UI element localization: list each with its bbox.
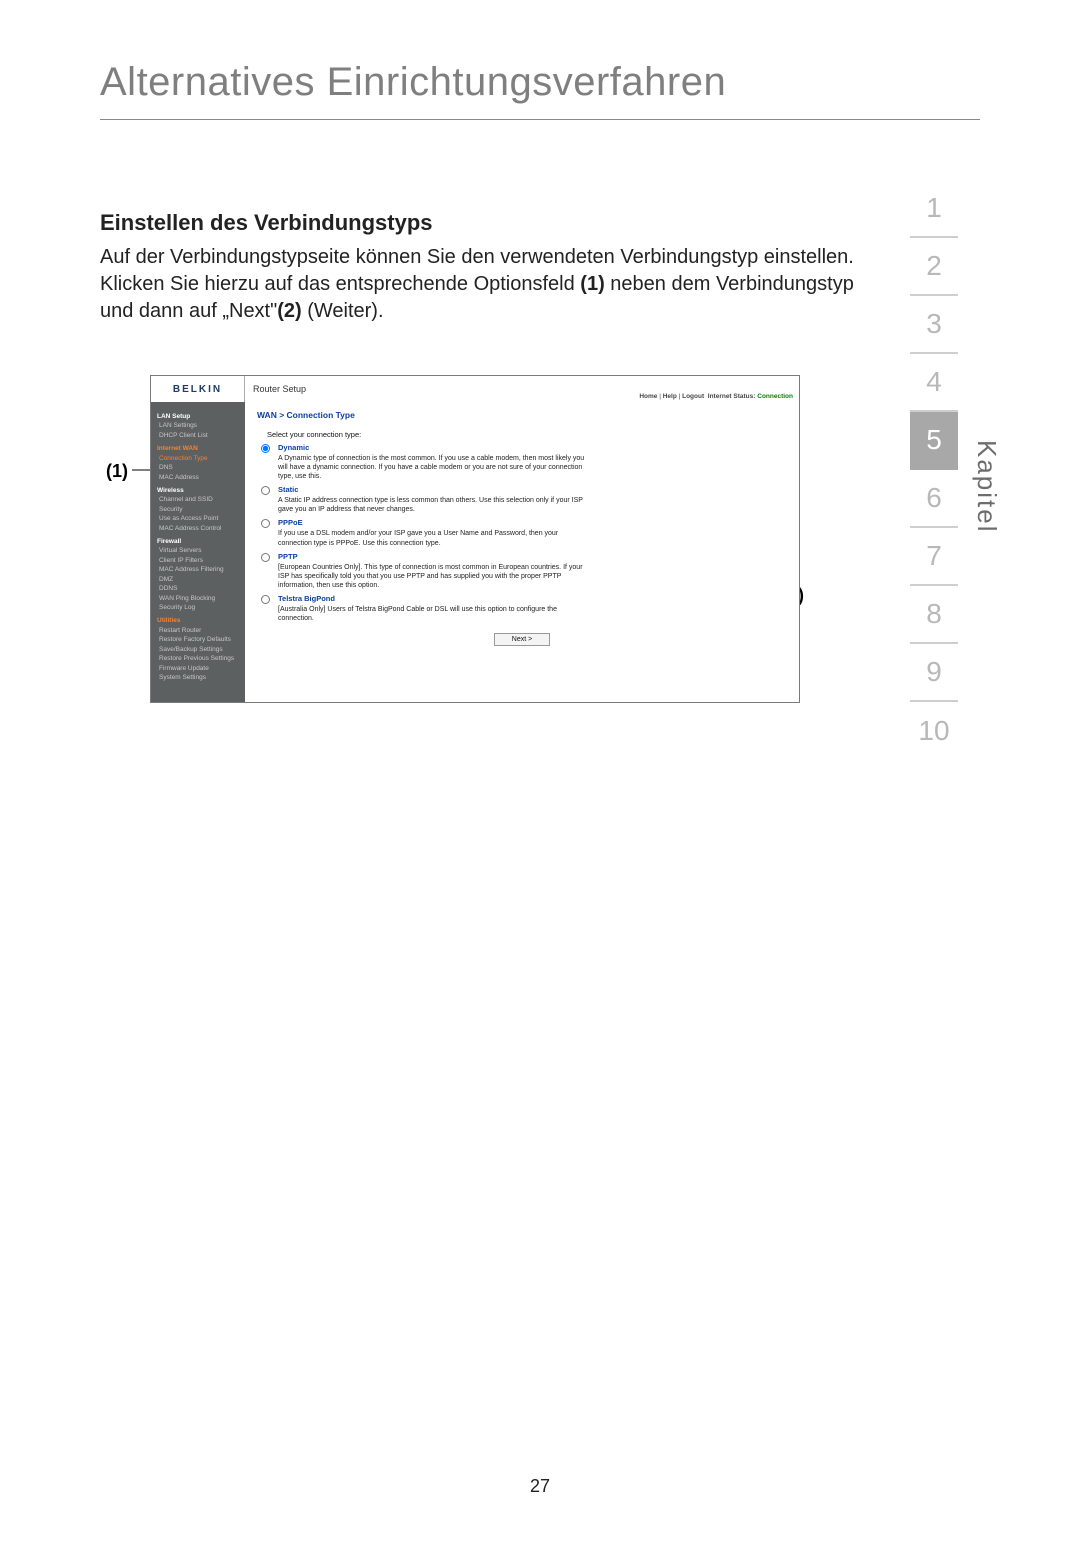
brand-logo: BELKIN	[151, 376, 245, 402]
page-title: Alternatives Einrichtungsverfahren	[100, 60, 980, 120]
radio-pppoe[interactable]	[261, 519, 270, 528]
radio-static[interactable]	[261, 486, 270, 495]
option-desc: If you use a DSL modem and/or your ISP g…	[278, 529, 588, 547]
sidebar-item[interactable]: Restore Factory Defaults	[157, 635, 239, 644]
window-title: Router Setup	[253, 384, 306, 394]
chapter-tab-3[interactable]: 3	[910, 296, 958, 354]
option-desc: A Static IP address connection type is l…	[278, 496, 588, 514]
sidebar-item[interactable]: MAC Address Filtering	[157, 565, 239, 574]
sidebar-item[interactable]: MAC Address Control	[157, 524, 239, 533]
next-button[interactable]: Next >	[494, 633, 550, 646]
sidebar-item: Internet WAN	[157, 444, 239, 453]
lead-text: Select your connection type:	[267, 430, 787, 439]
sidebar-item[interactable]: System Settings	[157, 673, 239, 682]
sidebar-item[interactable]: Client IP Filters	[157, 556, 239, 565]
sidebar-item[interactable]: Restart Router	[157, 626, 239, 635]
sidebar-item[interactable]: Connection Type	[157, 454, 239, 463]
sidebar-item[interactable]: WAN Ping Blocking	[157, 594, 239, 603]
sidebar-item: Wireless	[157, 486, 239, 495]
link-help[interactable]: Help	[663, 393, 677, 400]
radio-telstra-bigpond[interactable]	[261, 595, 270, 604]
option-label: Static	[278, 485, 588, 494]
option-label: PPPoE	[278, 518, 588, 527]
sidebar-item[interactable]: DHCP Client List	[157, 431, 239, 440]
chapter-tab-1[interactable]: 1	[910, 180, 958, 238]
radio-dynamic[interactable]	[261, 444, 270, 453]
sidebar-item[interactable]: Virtual Servers	[157, 546, 239, 555]
sidebar-item[interactable]: DDNS	[157, 584, 239, 593]
callout-2-inline: (2)	[277, 300, 301, 322]
connection-option: Dynamic A Dynamic type of connection is t…	[261, 443, 787, 481]
connection-option: Static A Static IP address connection typ…	[261, 485, 787, 514]
sidebar-item[interactable]: Firmware Update	[157, 664, 239, 673]
chapter-tab-2[interactable]: 2	[910, 238, 958, 296]
option-label: Dynamic	[278, 443, 588, 452]
sidebar-item: Utilities	[157, 616, 239, 625]
sidebar-item[interactable]: MAC Address	[157, 473, 239, 482]
option-desc: [European Countries Only]. This type of …	[278, 563, 588, 590]
sidebar-item[interactable]: Restore Previous Settings	[157, 654, 239, 663]
link-home[interactable]: Home	[639, 393, 657, 400]
top-links: Home | Help | Logout Internet Status: Co…	[639, 393, 793, 400]
sidebar-item[interactable]: Security	[157, 505, 239, 514]
connection-option: PPPoE If you use a DSL modem and/or your …	[261, 518, 787, 547]
annotation-1: (1)	[106, 461, 128, 482]
section-heading: Einstellen des Verbindungstyps	[100, 210, 980, 236]
chapter-tab-10[interactable]: 10	[910, 702, 958, 760]
breadcrumb: WAN > Connection Type	[257, 410, 787, 420]
section-paragraph: Auf der Verbindungstypseite können Sie d…	[100, 244, 860, 325]
sidebar-item[interactable]: LAN Settings	[157, 421, 239, 430]
sidebar-item[interactable]: DNS	[157, 463, 239, 472]
connection-option: PPTP [European Countries Only]. This type…	[261, 552, 787, 590]
callout-1-inline: (1)	[580, 273, 604, 295]
sidebar-item[interactable]: Use as Access Point	[157, 514, 239, 523]
router-screenshot: BELKIN Router Setup Home | Help | Logout…	[150, 375, 800, 703]
option-desc: [Australia Only] Users of Telstra BigPon…	[278, 605, 588, 623]
connection-option: Telstra BigPond [Australia Only] Users of…	[261, 594, 787, 623]
sidebar-item[interactable]: Security Log	[157, 603, 239, 612]
option-label: PPTP	[278, 552, 588, 561]
status-value: Connection	[757, 393, 793, 400]
router-sidebar: LAN SetupLAN SettingsDHCP Client List Int…	[151, 402, 245, 702]
page-number: 27	[0, 1476, 1080, 1497]
chapter-label: Kapitel	[971, 440, 1002, 534]
option-desc: A Dynamic type of connection is the most…	[278, 454, 588, 481]
sidebar-item: LAN Setup	[157, 412, 239, 421]
sidebar-item[interactable]: Save/Backup Settings	[157, 645, 239, 654]
sidebar-item[interactable]: Channel and SSID	[157, 495, 239, 504]
link-logout[interactable]: Logout	[682, 393, 704, 400]
radio-pptp[interactable]	[261, 553, 270, 562]
sidebar-item: Firewall	[157, 537, 239, 546]
sidebar-item[interactable]: DMZ	[157, 575, 239, 584]
option-label: Telstra BigPond	[278, 594, 588, 603]
